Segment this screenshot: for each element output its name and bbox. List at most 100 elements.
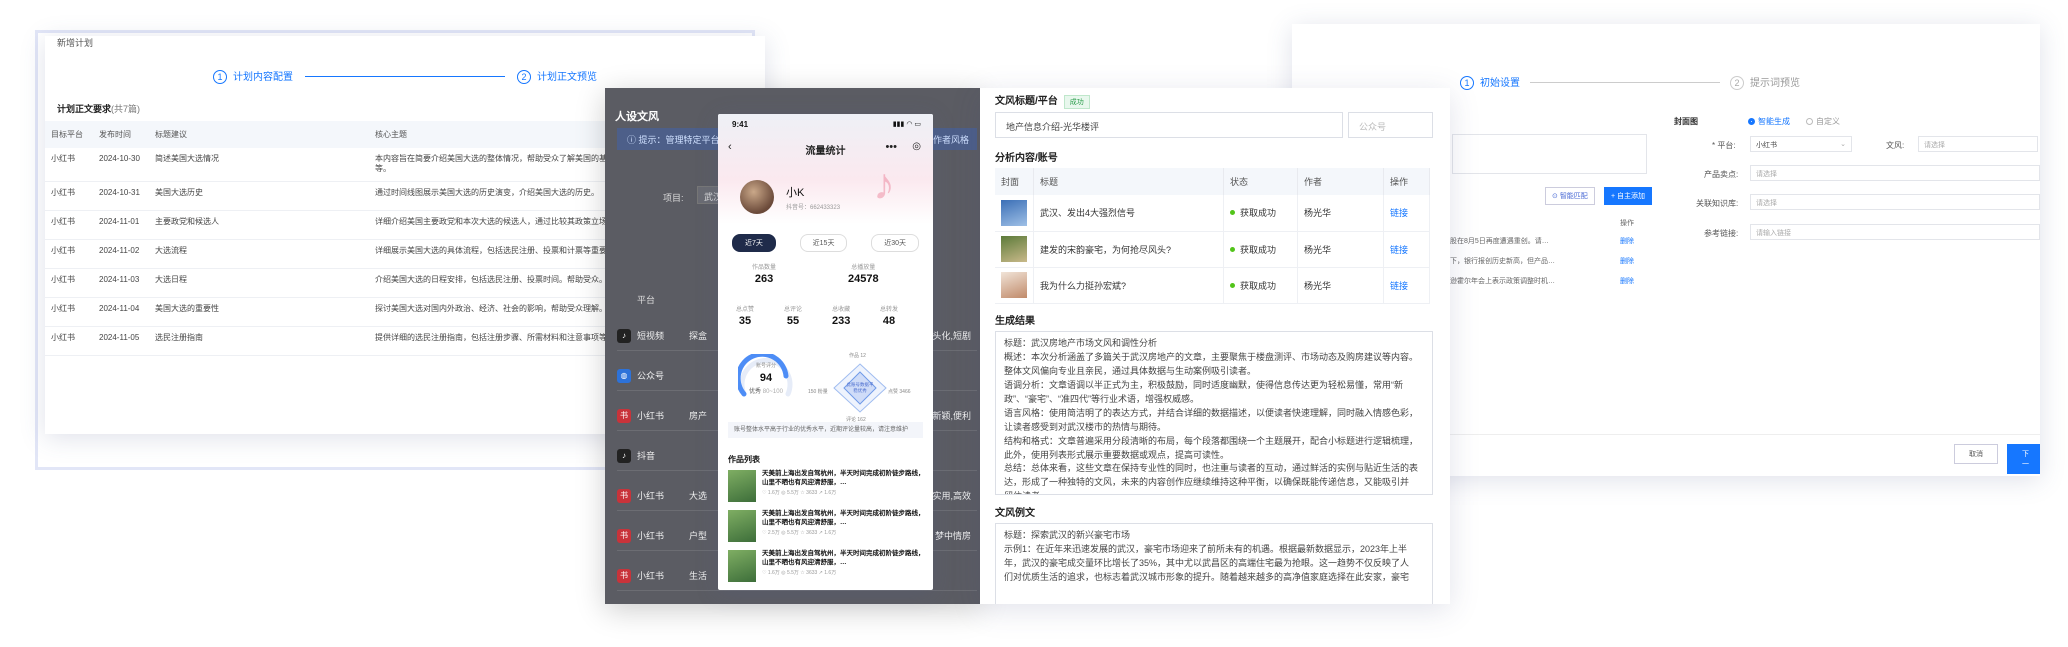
cover-option-smart[interactable]: 智能生成: [1748, 116, 1790, 127]
col-status: 状态: [1223, 168, 1298, 195]
table-cell: 小红书: [45, 297, 93, 327]
link-button[interactable]: 链接: [1390, 245, 1408, 255]
platform-icon: 书: [617, 568, 631, 583]
link-button[interactable]: 链接: [1390, 208, 1408, 218]
col-platform: 目标平台: [45, 121, 93, 148]
result-line: 标题：武汉房地产市场文风和调性分析: [1004, 338, 1158, 348]
smart-match-button[interactable]: ⊙ 智能匹配: [1545, 187, 1595, 205]
step-content-config[interactable]: 1 计划内容配置: [213, 68, 293, 84]
works-list-title: 作品列表: [728, 455, 760, 464]
result-line: 语调分析：文章语调以半正式为主，积极鼓励，同时适度幽默，使得信息传达更为轻松易懂…: [1004, 379, 1403, 390]
table-cell: 2024-11-01: [93, 210, 149, 240]
step-connector: [1530, 81, 1720, 83]
table-cell: 选民注册指南: [149, 326, 369, 356]
example-line: 标题：探索武汉的新兴豪宅市场: [1004, 530, 1131, 540]
result-line: 语言风格：使用简洁明了的表达方式，并结合详细的数据描述，以便读者快速理解，同时融…: [1004, 407, 1419, 418]
radar-left-label: 150 粉量: [808, 389, 828, 395]
platform-select[interactable]: 小红书 ⌄: [1750, 136, 1852, 152]
list-item[interactable]: 天美前上海出发自驾杭州，半天时间完成初阶徒步路线，山里不晒也有风迎清舒服，… ♡ …: [728, 510, 925, 546]
table-cell: 小红书: [45, 210, 93, 240]
step-initial-setup[interactable]: 1 初始设置: [1460, 74, 1520, 90]
tab-30days[interactable]: 近30天: [871, 234, 919, 252]
result-textarea[interactable]: 标题：武汉房地产市场文风和调性分析 概述：本次分析涵盖了多篇关于武汉房地产的文章，…: [995, 331, 1433, 495]
cover-label: 封面图: [1674, 117, 1698, 126]
author-cell: 杨光华: [1297, 195, 1384, 232]
gauge-level: 优秀 80~100: [749, 389, 783, 395]
more-icon[interactable]: •••: [885, 141, 897, 153]
col-op: 操作: [1383, 168, 1430, 195]
style-select[interactable]: 请选择: [1918, 136, 2038, 152]
small-stat: 总转发 48: [880, 307, 899, 327]
account-id: 抖音号：662433323: [786, 205, 841, 211]
result-line: 留住读者。: [1004, 490, 1424, 494]
table-cell: 2024-10-31: [93, 181, 149, 211]
table-cell: 小红书: [45, 326, 93, 356]
result-line: 总结：总体来看，这些文章在保持专业性的同时，也注重与读者的互动，通过鲜活的实例与…: [1004, 463, 1419, 474]
cover-option-custom[interactable]: 自定义: [1806, 116, 1840, 127]
persona-title: 人设文风: [615, 111, 659, 123]
work-title: 天美前上海出发自驾杭州，半天时间完成初阶徒步路线，山里不晒也有风迎清舒服，… ♡ …: [762, 470, 925, 496]
table-cell: 2024-11-02: [93, 239, 149, 269]
example-line: 年，武汉的豪宅成交量环比增长了35%，其中尤以武昌区的高端住宅最为抢眼。这一趋势…: [1004, 557, 1410, 568]
platform-label: * 平台:: [1712, 141, 1736, 150]
stat-plays: 总播放量 24578: [848, 265, 879, 285]
tiktok-logo-icon: ♪: [873, 160, 895, 209]
step-prompt-preview[interactable]: 2 提示词预览: [1730, 74, 1800, 90]
step-preview[interactable]: 2 计划正文预览: [517, 68, 597, 84]
table-cell: 小红书: [45, 148, 93, 182]
tab-7days[interactable]: 近7天: [732, 234, 776, 252]
row-text: 大选: [689, 491, 708, 501]
result-label: 生成结果: [995, 316, 1035, 327]
analysis-label: 分析内容/账号: [995, 153, 1058, 164]
stat-works: 作品数量 263: [752, 265, 777, 285]
platform-name: 抖音: [637, 451, 656, 461]
result-line: 整体文风偏向专业且亲民，通过具体数据与生动案例吸引读者。: [1004, 365, 1257, 376]
delete-link[interactable]: 删除: [1620, 236, 1634, 246]
status-cell: 获取成功: [1223, 195, 1298, 232]
cancel-button[interactable]: 取消: [1954, 444, 1998, 464]
link-button[interactable]: 链接: [1390, 281, 1408, 291]
tab-15days[interactable]: 近15天: [799, 234, 848, 252]
add-manual-button[interactable]: + 自主添加: [1604, 187, 1653, 205]
info-icon: ⓘ: [627, 135, 639, 145]
col-title: 标题建议: [149, 121, 369, 148]
article-title: 建发的宋韵豪宅，为何抢尽风头?: [1033, 231, 1224, 268]
row-right-text: 新颖,便利: [932, 411, 971, 421]
cover-thumbnail: [1001, 236, 1027, 262]
topic-textarea[interactable]: [1452, 134, 1647, 174]
table-cell: 2024-10-30: [93, 148, 149, 182]
table-cell: 2024-11-03: [93, 268, 149, 298]
gauge-value: 94: [759, 372, 773, 384]
col-cover: 封面: [995, 168, 1034, 195]
small-stat: 总收藏 233: [832, 307, 851, 327]
result-line: 政”、“豪宅”、“准四代”等行业术语，增强权威感。: [1004, 393, 1199, 404]
col-title: 标题: [1033, 168, 1224, 195]
delete-link[interactable]: 删除: [1620, 276, 1634, 286]
setup-steps: 1 初始设置 2 提示词预览: [1292, 24, 2040, 90]
example-textarea[interactable]: 标题：探索武汉的新兴豪宅市场 示例1：在近年来迅速发展的武汉，豪宅市场迎来了前所未…: [995, 523, 1433, 604]
knowledge-label: 关联知识库:: [1696, 199, 1739, 208]
work-meta: ♡ 1.6万 ◎ 5.5万 ☆ 3633 ↗ 1.6万: [762, 569, 837, 576]
target-icon[interactable]: ◎: [912, 141, 921, 152]
knowledge-select[interactable]: 请选择: [1750, 194, 2040, 210]
style-title-input[interactable]: 地产信息介绍-光华楼评: [995, 112, 1343, 138]
list-item[interactable]: 天美前上海出发自驾杭州，半天时间完成初阶徒步路线，山里不晒也有风迎清舒服，… ♡ …: [728, 470, 925, 506]
plan-panel-title: 新增计划: [57, 38, 94, 48]
example-label: 文风例文: [995, 508, 1035, 519]
phone-header: 9:41 ▮▮▮ ◠ ▭ ‹ 流量统计 ••• ◎ ♪ 小K 抖音号：66243…: [718, 114, 933, 224]
article-title: 武汉、发出4大强烈信号: [1033, 195, 1224, 232]
next-button[interactable]: 下一: [2007, 444, 2040, 474]
col-author: 作者: [1297, 168, 1384, 195]
delete-link[interactable]: 删除: [1620, 256, 1634, 266]
platform-icon: 书: [617, 488, 631, 503]
magic-icon: ⊙: [1552, 193, 1560, 200]
table-cell: 小红书: [45, 239, 93, 269]
list-item[interactable]: 天美前上海出发自驾杭州，半天时间完成初阶徒步路线，山里不晒也有风迎清舒服，… ♡ …: [728, 550, 925, 586]
ref-link-input[interactable]: 请输入链接: [1750, 224, 2040, 240]
op-column-header: 操作: [1620, 220, 1634, 227]
platform-select[interactable]: 公众号: [1348, 112, 1433, 138]
period-tabs: 近7天 近15天 近30天: [732, 234, 919, 252]
analysis-table: 封面 标题 状态 作者 操作 武汉、发出4大强烈信号 获取成功 杨光华 链接 建发的宋韵…: [995, 168, 1430, 304]
selling-point-select[interactable]: 请选择: [1750, 165, 2040, 181]
row-text: 生活: [689, 571, 708, 581]
